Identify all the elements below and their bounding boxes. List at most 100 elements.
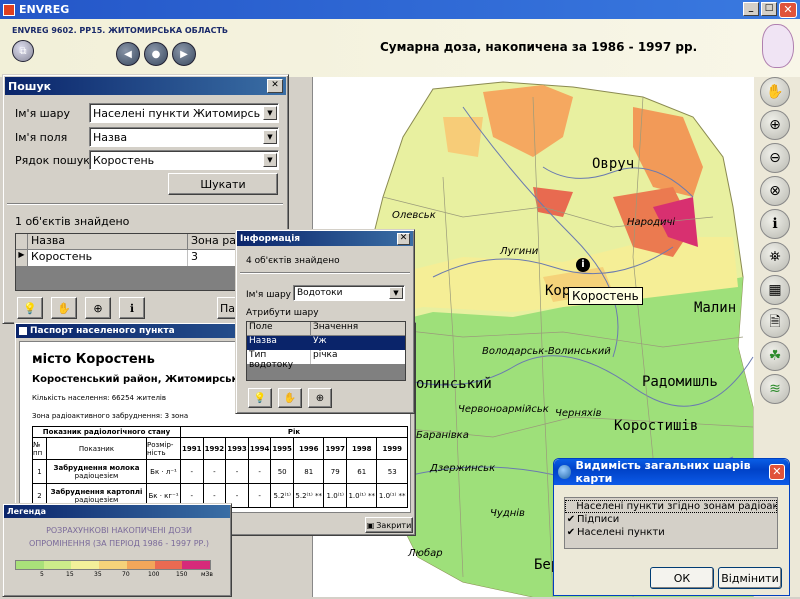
attrs-col-field: Поле [247, 322, 311, 335]
search-field-label: Ім'я поля [15, 131, 68, 144]
year-col: 1991 [180, 437, 204, 460]
map-town-chudniv: Чуднів [490, 508, 525, 519]
legend-tick: 150 [176, 571, 188, 578]
legend-color-box [16, 561, 44, 569]
legend-tick: 5 [40, 571, 44, 578]
legend-heading: РОЗРАХУНКОВІ НАКОПИЧЕНІ ДОЗИ ОПРОМІНЕННЯ… [28, 526, 210, 548]
legend-color-box [71, 561, 100, 569]
info-title: Інформація [240, 233, 301, 244]
visibility-ok-button[interactable]: ОК [650, 567, 714, 589]
pan-hand-icon[interactable]: ✋ [760, 77, 790, 107]
legend-color-box [43, 561, 72, 569]
list-item[interactable]: Населені пункти згідно зонам радіоактивн… [565, 500, 777, 513]
visibility-cancel-button[interactable]: Відмінити [718, 567, 782, 589]
pan-hand-icon[interactable]: ✋ [278, 388, 302, 408]
year-col: 1998 [346, 437, 378, 460]
map-town-dzerzhynsk: Дзержинськ [430, 463, 496, 474]
map-town-narodychi: Народичі [627, 217, 676, 228]
app-titlebar: ENVREG _ □ ✕ [0, 0, 800, 19]
visibility-close-button[interactable]: ✕ [768, 464, 785, 480]
map-town-cherniakhiv: Черняхів [555, 408, 602, 419]
region-thumbnail [762, 24, 794, 68]
search-row-select[interactable]: Коростень ▼ [89, 150, 279, 170]
home-nav-button[interactable]: ● [144, 42, 168, 66]
passport-city: місто Коростень [32, 352, 155, 367]
zoom-full-icon[interactable]: ⊗ [760, 176, 790, 206]
lightbulb-icon[interactable]: 💡 [17, 297, 43, 319]
lightbulb-icon[interactable]: 💡 [248, 388, 272, 408]
checkmark-icon[interactable]: ✔ [565, 514, 577, 525]
back-nav-button[interactable]: ◀ [116, 42, 140, 66]
info-titlebar: Інформація ✕ [237, 231, 413, 246]
layers-stack-icon[interactable]: ≋ [760, 374, 790, 404]
map-info-cursor-icon: i [576, 258, 590, 272]
map-city-novohrad: олинський [416, 376, 492, 392]
table-row[interactable]: Тип водотоку річка [247, 350, 405, 370]
year-col: 1996 [292, 437, 325, 460]
year-col: 1997 [323, 437, 348, 460]
table-row[interactable]: Назва Уж [247, 336, 405, 350]
maximize-button[interactable]: □ [761, 1, 777, 16]
info-attrs-label: Атрибути шару [246, 308, 319, 318]
passport-th-name: Показник [46, 437, 147, 460]
legend-color-box [182, 561, 211, 569]
map-town-chervonoarmiisk: Червоноармійськ [458, 404, 549, 415]
info-found-text: 4 об'єктів знайдено [246, 256, 340, 266]
info-layer-label: Ім'я шару [246, 290, 291, 300]
map-tooltip: Коростень [568, 287, 643, 305]
chevron-down-icon: ▼ [263, 153, 277, 167]
close-app-button[interactable]: ✕ [779, 1, 797, 18]
passport-th-indicator: Показник радіологічного стану [32, 426, 181, 438]
map-town-volodarsk: Володарськ-Волинський [482, 346, 611, 357]
legend-scale [15, 560, 211, 570]
search-button[interactable]: Шукати [168, 173, 278, 195]
info-close-button[interactable]: ✕ [397, 232, 410, 245]
legend-window: Легенда РОЗРАХУНКОВІ НАКОПИЧЕНІ ДОЗИ ОПР… [2, 503, 232, 597]
list-item[interactable]: ✔ Населені пункти [565, 526, 777, 539]
zoom-to-icon[interactable]: ⊕ [85, 297, 111, 319]
map-town-olevsk: Олевськ [392, 210, 436, 221]
app-icon [3, 3, 15, 16]
search-layer-label: Ім'я шару [15, 107, 70, 120]
chevron-down-icon: ▼ [389, 287, 403, 299]
list-item[interactable]: ✔ Підписи [565, 513, 777, 526]
table-icon[interactable]: ▦ [760, 275, 790, 305]
visibility-titlebar: Видимість загальних шарів карти ✕ [554, 459, 789, 485]
year-col: 1994 [247, 437, 272, 460]
info-icon[interactable]: ℹ [760, 209, 790, 239]
table-row: 1 Забруднення молока радіоцезієм Бк · л⁻¹… [32, 459, 408, 484]
visibility-title: Видимість загальних шарів карти [575, 459, 751, 485]
map-town-baranivka: Баранівка [416, 430, 469, 441]
search-layer-select[interactable]: Населені пункти Житомирської області▼ [89, 103, 279, 123]
legend-title: Легенда [7, 507, 47, 516]
passport-icon [19, 327, 27, 335]
passport-close-button[interactable]: ▣ Закрити [365, 517, 413, 533]
minimize-button[interactable]: _ [743, 1, 759, 16]
info-layer-select[interactable]: Водотоки ▼ [293, 285, 405, 301]
pan-hand-icon[interactable]: ✋ [51, 297, 77, 319]
passport-th-year: Рік [180, 426, 408, 438]
checkmark-icon[interactable]: ✔ [565, 527, 577, 538]
search-close-button[interactable]: ✕ [267, 79, 283, 93]
zoom-to-icon[interactable]: ⊕ [308, 388, 332, 408]
binoculars-icon[interactable]: ⛯ [760, 242, 790, 272]
close-doc-icon: ▣ [366, 520, 375, 530]
map-town-luhyny: Лугини [500, 246, 539, 257]
passport-title: Паспорт населеного пункта [30, 326, 175, 336]
year-col: 1995 [270, 437, 294, 460]
search-field-select[interactable]: Назва ▼ [89, 127, 279, 147]
forward-nav-button[interactable]: ▶ [172, 42, 196, 66]
app-subtitle: ENVREG 9602. PP15. ЖИТОМИРСЬКА ОБЛАСТЬ [12, 26, 229, 35]
zoom-out-icon[interactable]: ⊖ [760, 143, 790, 173]
layers-icon[interactable]: ⧉ [12, 40, 34, 62]
info-icon[interactable]: ℹ [119, 297, 145, 319]
chevron-down-icon: ▼ [263, 106, 277, 120]
passport-zone: Зона радіоактивного забруднення: 3 зона [32, 412, 189, 420]
year-col: 1993 [225, 437, 249, 460]
zoom-in-icon[interactable]: ⊕ [760, 110, 790, 140]
passport-th-no: № пп [32, 437, 47, 460]
map-layer-icon[interactable]: ☘ [760, 341, 790, 371]
legend-color-box [99, 561, 127, 569]
search-title: Пошук [8, 79, 52, 93]
document-icon[interactable]: 🗎 [760, 308, 790, 338]
